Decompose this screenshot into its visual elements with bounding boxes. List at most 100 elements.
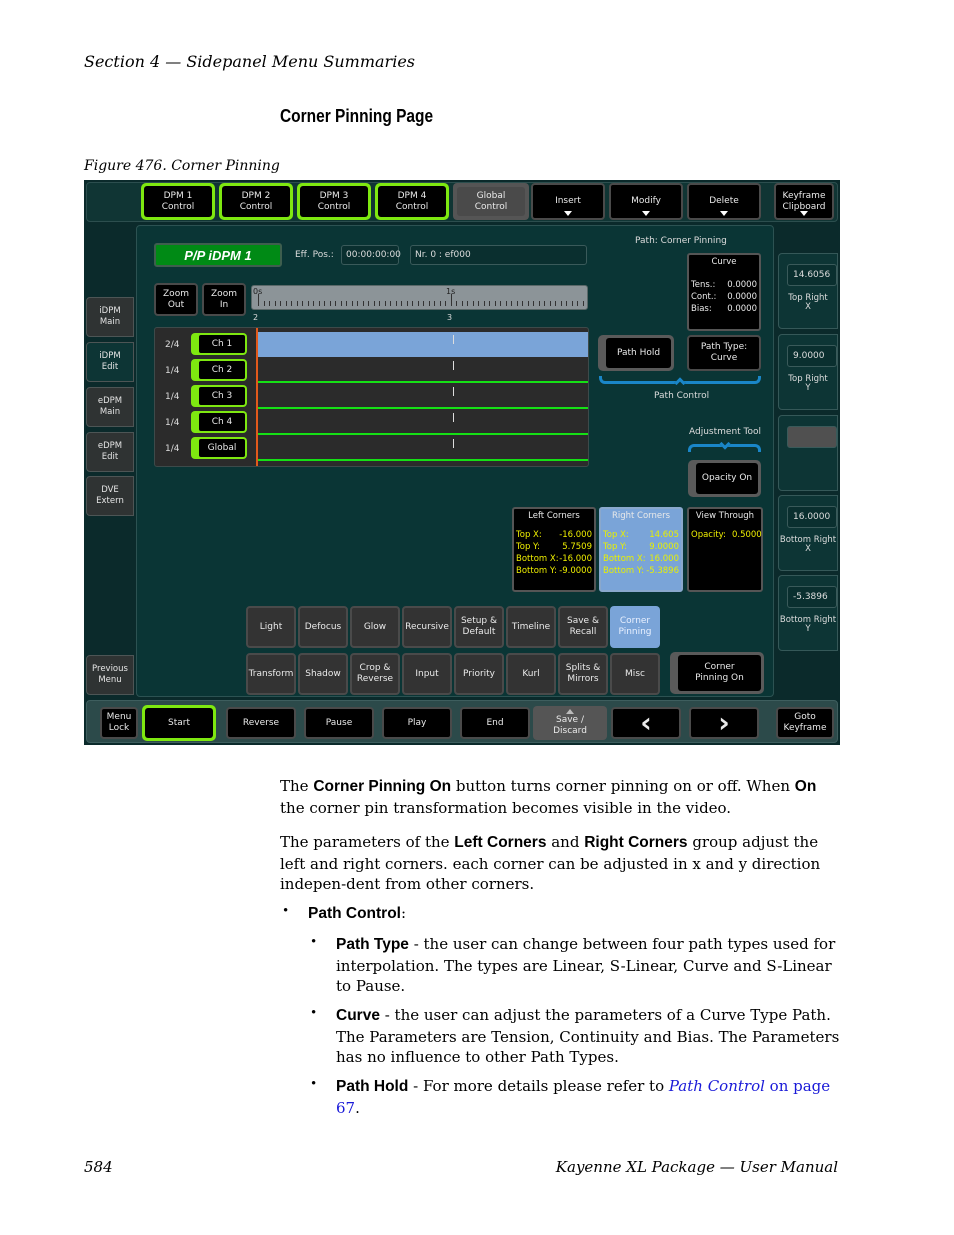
- keyframe-marker[interactable]: [453, 361, 454, 370]
- dpm1-control-button[interactable]: DPM 1 Control: [141, 183, 215, 220]
- previous-menu-button[interactable]: Previous Menu: [86, 655, 134, 695]
- channel-global-button[interactable]: Global: [191, 437, 247, 459]
- dpm4-control-button[interactable]: DPM 4 Control: [375, 183, 449, 220]
- ruler-tick: [368, 301, 369, 306]
- bullet-icon: •: [311, 1076, 317, 1092]
- curve-parameters-box[interactable]: Curve Tens.: 0.0000 Cont.: 0.0000 Bias: 0.0…: [687, 253, 761, 331]
- global-control-button[interactable]: Global Control: [453, 183, 529, 220]
- goto-keyframe-button[interactable]: Goto Keyframe: [776, 707, 834, 739]
- corner-row: Bottom X: -16.000: [516, 554, 592, 564]
- menu-lock-button[interactable]: Menu Lock: [100, 707, 138, 739]
- menu-button-kurl[interactable]: Kurl: [506, 653, 556, 695]
- ruler-tick: [285, 301, 287, 306]
- dpm2-control-button[interactable]: DPM 2 Control: [219, 183, 293, 220]
- ruler-tick: [357, 301, 358, 306]
- keyframe-marker[interactable]: [453, 413, 454, 422]
- track-ch2[interactable]: [258, 358, 588, 383]
- ruler-tick: [280, 301, 281, 306]
- corner-row: Bottom Y: -5.3896: [603, 566, 679, 576]
- menu-button-shadow[interactable]: Shadow: [298, 653, 348, 695]
- menu-button-crop-reverse[interactable]: Crop & Reverse: [350, 653, 400, 695]
- path-control-brace: [599, 376, 761, 389]
- sidetab-idpm-edit[interactable]: iDPM Edit: [86, 342, 134, 382]
- sidetab-dve-extern[interactable]: DVE Extern: [86, 476, 134, 516]
- opacity-on-button[interactable]: Opacity On: [688, 460, 761, 497]
- ruler-tick: [560, 301, 562, 306]
- sidetab-edpm-edit[interactable]: eDPM Edit: [86, 432, 134, 472]
- ruler-tick: [346, 301, 347, 306]
- keyframe-clipboard-dropdown[interactable]: Keyframe Clipboard: [774, 183, 834, 220]
- keyframe-marker[interactable]: [453, 335, 454, 344]
- end-button[interactable]: End: [460, 707, 530, 739]
- channel-2-button[interactable]: Ch 2: [191, 359, 247, 381]
- menu-button-splits-mirrors[interactable]: Splits & Mirrors: [558, 653, 608, 695]
- ruler-tick: [522, 301, 523, 306]
- channel-3-button[interactable]: Ch 3: [191, 385, 247, 407]
- channel-4-button[interactable]: Ch 4: [191, 411, 247, 433]
- top-right-x-param[interactable]: 14.6056 Top Right X: [778, 253, 838, 329]
- ruler-tick: [412, 301, 413, 306]
- menu-button-input[interactable]: Input: [402, 653, 452, 695]
- menu-button-glow[interactable]: Glow: [350, 606, 400, 648]
- channel-1-button[interactable]: Ch 1: [191, 333, 247, 355]
- menu-button-transform[interactable]: Transform: [246, 653, 296, 695]
- menu-button-defocus[interactable]: Defocus: [298, 606, 348, 648]
- corner-pinning-on-button[interactable]: Corner Pinning On: [670, 652, 764, 694]
- reverse-button[interactable]: Reverse: [226, 707, 296, 739]
- save-discard-button[interactable]: Save / Discard: [533, 706, 607, 740]
- keyframe-marker[interactable]: [453, 439, 454, 448]
- previous-keyframe-button[interactable]: ‹: [611, 707, 681, 739]
- track-ch4[interactable]: [258, 410, 588, 435]
- curve-row: Cont.: 0.0000: [691, 292, 757, 302]
- eff-pos-field[interactable]: 00:00:00:00: [341, 245, 401, 265]
- zoom-in-button[interactable]: Zoom In: [202, 283, 246, 316]
- left-corners-box[interactable]: Left Corners Top X: -16.000 Top Y: 5.7509 …: [512, 507, 596, 592]
- zoom-out-button[interactable]: Zoom Out: [154, 283, 198, 316]
- track-ch3[interactable]: [258, 384, 588, 409]
- dpm3-control-button[interactable]: DPM 3 Control: [297, 183, 371, 220]
- insert-dropdown[interactable]: Insert: [531, 183, 605, 220]
- right-corners-box[interactable]: Right Corners Top X: 14.605 Top Y: 9.0000 …: [599, 507, 683, 592]
- bottom-right-y-param[interactable]: -5.3896 Bottom Right Y: [778, 575, 838, 651]
- path-hold-button[interactable]: Path Hold: [598, 335, 674, 371]
- track-global[interactable]: [258, 436, 588, 461]
- bullet-icon: •: [311, 1005, 317, 1021]
- pause-button[interactable]: Pause: [304, 707, 374, 739]
- keyframe-marker[interactable]: [453, 387, 454, 396]
- eff-pos-label: Eff. Pos.:: [295, 250, 334, 260]
- ruler-tick: [335, 301, 336, 306]
- menu-button-timeline[interactable]: Timeline: [506, 606, 556, 648]
- ruler-tick: [445, 301, 446, 306]
- sidetab-edpm-main[interactable]: eDPM Main: [86, 387, 134, 427]
- bottom-right-x-param[interactable]: 16.0000 Bottom Right X: [778, 495, 838, 571]
- track-ch1[interactable]: [258, 332, 588, 357]
- next-keyframe-button[interactable]: ›: [689, 707, 759, 739]
- modify-dropdown[interactable]: Modify: [609, 183, 683, 220]
- sidetab-idpm-main[interactable]: iDPM Main: [86, 297, 134, 337]
- menu-button-misc[interactable]: Misc: [610, 653, 660, 695]
- ruler-tick: [428, 301, 430, 306]
- menu-button-light[interactable]: Light: [246, 606, 296, 648]
- ruler-tick: [544, 301, 545, 306]
- menu-button-corner-pinning[interactable]: Corner Pinning: [610, 606, 660, 648]
- ruler-tick: [263, 301, 265, 306]
- ruler-tick: [258, 294, 259, 306]
- view-through-box[interactable]: View Through Opacity: 0.5000: [687, 507, 763, 592]
- ruler-tick: [351, 301, 353, 306]
- menu-button-save-recall[interactable]: Save & Recall: [558, 606, 608, 648]
- menu-button-recursive[interactable]: Recursive: [402, 606, 452, 648]
- play-button[interactable]: Play: [382, 707, 452, 739]
- start-button[interactable]: Start: [142, 705, 216, 741]
- timeline-ruler[interactable]: 0s 1s: [251, 285, 588, 310]
- top-right-y-param[interactable]: 9.0000 Top Right Y: [778, 334, 838, 410]
- path-type-button[interactable]: Path Type: Curve: [687, 335, 761, 371]
- ruler-tick: [296, 301, 298, 306]
- adjustment-tool-brace: [688, 438, 761, 452]
- ruler-tick: [555, 301, 556, 306]
- figure-caption: Figure 476. Corner Pinning: [84, 158, 280, 174]
- menu-button-setup-default[interactable]: Setup & Default: [454, 606, 504, 648]
- menu-button-priority[interactable]: Priority: [454, 653, 504, 695]
- playhead[interactable]: [256, 328, 258, 466]
- effect-number-field[interactable]: Nr. 0 : ef000: [410, 245, 587, 265]
- delete-dropdown[interactable]: Delete: [687, 183, 761, 220]
